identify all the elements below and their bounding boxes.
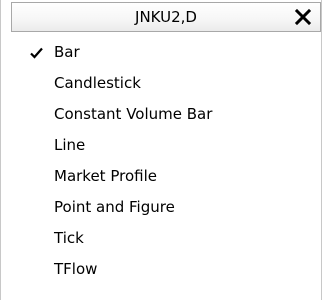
menu-item-market-profile[interactable]: Market Profile xyxy=(1,161,321,192)
menu-item-constant-volume-bar[interactable]: Constant Volume Bar xyxy=(1,99,321,130)
checkmark-icon xyxy=(30,47,43,59)
menu-item-label: Market Profile xyxy=(54,167,157,185)
menu-item-tflow[interactable]: TFlow xyxy=(1,254,321,285)
menu-item-label: Tick xyxy=(54,229,84,247)
menu-item-line[interactable]: Line xyxy=(1,130,321,161)
chart-type-menu: JNKU2,D Bar Candlestick Constant Volume … xyxy=(0,0,322,300)
menu-item-candlestick[interactable]: Candlestick xyxy=(1,68,321,99)
menu-item-label: Bar xyxy=(54,43,80,61)
menu-item-label: Constant Volume Bar xyxy=(54,105,213,123)
menu-item-label: TFlow xyxy=(54,260,98,278)
menu-item-label: Line xyxy=(54,136,86,154)
menu-title: JNKU2,D xyxy=(135,8,197,26)
close-button[interactable] xyxy=(294,8,312,26)
menu-item-tick[interactable]: Tick xyxy=(1,223,321,254)
menu-items: Bar Candlestick Constant Volume Bar Line… xyxy=(1,37,321,285)
menu-item-point-and-figure[interactable]: Point and Figure xyxy=(1,192,321,223)
menu-header: JNKU2,D xyxy=(11,2,321,32)
menu-item-label: Candlestick xyxy=(54,74,141,92)
menu-item-label: Point and Figure xyxy=(54,198,175,216)
close-icon xyxy=(294,8,312,26)
menu-item-bar[interactable]: Bar xyxy=(1,37,321,68)
